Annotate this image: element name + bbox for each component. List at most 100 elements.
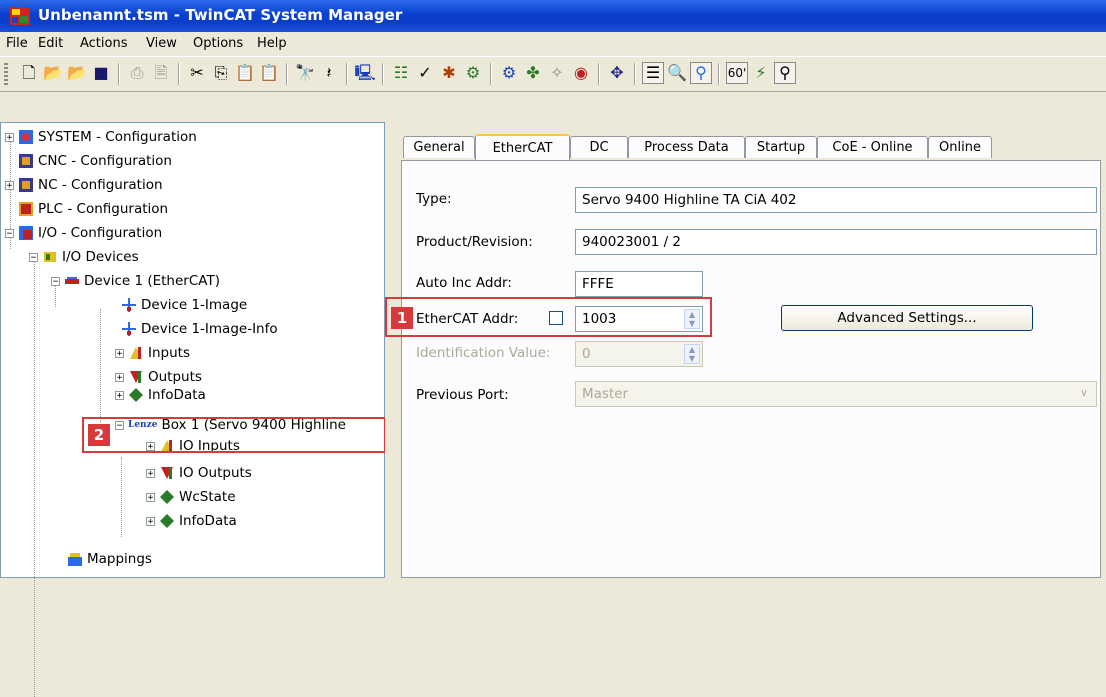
- expand-icon[interactable]: +: [115, 390, 124, 400]
- marker-1: 1: [391, 307, 413, 329]
- open-folder-alt-icon[interactable]: 📂: [66, 62, 88, 84]
- tab-process-data[interactable]: Process Data: [628, 136, 745, 158]
- outputs-icon: [130, 371, 142, 383]
- tree-guide-line: [121, 457, 122, 537]
- previous-port-select[interactable]: Master ∨: [575, 381, 1097, 407]
- expand-icon[interactable]: +: [5, 132, 14, 142]
- tab-dc[interactable]: DC: [570, 136, 628, 158]
- help-icon[interactable]: ⚲: [774, 62, 796, 84]
- tree-item-io-devices[interactable]: − I/O Devices: [29, 245, 139, 269]
- advanced-settings-button[interactable]: Advanced Settings...: [781, 305, 1033, 331]
- collapse-icon[interactable]: −: [5, 228, 14, 238]
- tree-item-system[interactable]: + SYSTEM - Configuration: [5, 125, 197, 149]
- menu-help[interactable]: Help: [257, 36, 287, 51]
- nc-icon: [19, 178, 33, 192]
- menu-edit[interactable]: Edit: [38, 36, 63, 51]
- toolbar-grip[interactable]: [4, 63, 8, 85]
- restart-icon[interactable]: ◉: [570, 62, 592, 84]
- auto-inc-addr-label: Auto Inc Addr:: [416, 275, 512, 291]
- properties-pane: General EtherCAT DC Process Data Startup…: [385, 122, 1106, 578]
- open-folder-icon[interactable]: 📂: [42, 62, 64, 84]
- tree-item-cnc[interactable]: CNC - Configuration: [18, 149, 172, 173]
- menu-options[interactable]: Options: [193, 36, 243, 51]
- tree-item-plc[interactable]: PLC - Configuration: [18, 197, 168, 221]
- paste-with-links-icon[interactable]: 📋: [258, 62, 280, 84]
- system-icon: [19, 130, 33, 144]
- tree-item-label: I/O - Configuration: [38, 225, 163, 241]
- type-field[interactable]: Servo 9400 Highline TA CiA 402: [575, 187, 1097, 213]
- collapse-icon[interactable]: −: [51, 276, 60, 286]
- find-next-icon[interactable]: 𝄽: [318, 62, 340, 84]
- zoom-icon[interactable]: 🔍: [666, 62, 688, 84]
- copy-icon[interactable]: ⎘: [210, 62, 232, 84]
- paste-icon[interactable]: 📋: [234, 62, 256, 84]
- choose-target-icon[interactable]: ⚙: [498, 62, 520, 84]
- toggle-freerun-icon[interactable]: ✥: [606, 62, 628, 84]
- tree-item-label: NC - Configuration: [38, 177, 163, 193]
- find-icon[interactable]: 🔭: [294, 62, 316, 84]
- window-title: Unbenannt.tsm - TwinCAT System Manager: [38, 6, 403, 24]
- monitor-icon[interactable]: 🖳: [354, 62, 376, 84]
- app-window: Unbenannt.tsm - TwinCAT System Manager F…: [0, 0, 1106, 697]
- print-icon[interactable]: ⎙: [126, 62, 148, 84]
- watch-icon[interactable]: 60': [726, 62, 748, 84]
- image-info-icon: [122, 322, 136, 336]
- collapse-icon[interactable]: −: [29, 252, 38, 262]
- expand-icon[interactable]: +: [146, 468, 155, 478]
- solution-tree[interactable]: + SYSTEM - Configuration CNC - Configura…: [0, 122, 386, 697]
- tree-item-box-infodata[interactable]: + InfoData: [146, 509, 237, 533]
- menu-view[interactable]: View: [146, 36, 177, 51]
- generate-mappings-icon[interactable]: ☷: [390, 62, 412, 84]
- tree-item-label: Inputs: [148, 345, 190, 361]
- tab-ethercat[interactable]: EtherCAT: [475, 134, 570, 160]
- tree-item-device1-image-info[interactable]: Device 1-Image-Info: [121, 317, 278, 341]
- activate-configuration-icon[interactable]: ✱: [438, 62, 460, 84]
- chevron-down-icon[interactable]: ∨: [1076, 385, 1092, 403]
- print-preview-icon[interactable]: 🗎: [150, 62, 172, 84]
- tree-item-device1[interactable]: − Device 1 (EtherCAT): [51, 269, 220, 293]
- product-revision-field[interactable]: 940023001 / 2: [575, 229, 1097, 255]
- tree-item-wcstate[interactable]: + WcState: [146, 485, 236, 509]
- twincat-app-icon: [10, 7, 30, 25]
- online-values-icon[interactable]: ⚲: [690, 62, 712, 84]
- tree-guide-line: [34, 261, 35, 697]
- set-run-mode-icon[interactable]: ⚙: [462, 62, 484, 84]
- expand-icon[interactable]: +: [146, 516, 155, 526]
- tree-item-outputs[interactable]: + Outputs: [115, 365, 202, 389]
- scan-devices-icon[interactable]: ✧: [546, 62, 568, 84]
- tree-item-nc[interactable]: + NC - Configuration: [5, 173, 163, 197]
- save-icon[interactable]: ■: [90, 62, 112, 84]
- expand-icon[interactable]: +: [146, 492, 155, 502]
- expand-icon[interactable]: +: [115, 372, 124, 382]
- menu-file[interactable]: File: [6, 36, 28, 51]
- force-icon[interactable]: ⚡: [750, 62, 772, 84]
- tab-general[interactable]: General: [403, 136, 475, 158]
- identification-value-spinner[interactable]: ▲ ▼: [684, 344, 700, 364]
- tree-item-io[interactable]: − I/O - Configuration: [5, 221, 162, 245]
- tree-item-device1-image[interactable]: Device 1-Image: [121, 293, 247, 317]
- check-configuration-icon[interactable]: ✓: [414, 62, 436, 84]
- tree-item-io-outputs[interactable]: + IO Outputs: [146, 461, 252, 485]
- tree-item-mappings[interactable]: Mappings: [67, 547, 152, 571]
- expand-icon[interactable]: +: [115, 348, 124, 358]
- tab-coe-online[interactable]: CoE - Online: [817, 136, 928, 158]
- tree-item-infodata[interactable]: + InfoData: [115, 387, 206, 403]
- tab-online[interactable]: Online: [928, 136, 992, 158]
- tree-item-inputs[interactable]: + Inputs: [115, 341, 190, 365]
- show-list-icon[interactable]: ☰: [642, 62, 664, 84]
- title-bar[interactable]: Unbenannt.tsm - TwinCAT System Manager: [0, 0, 1106, 32]
- pane-splitter[interactable]: [385, 122, 395, 578]
- new-file-icon[interactable]: 🗋: [18, 62, 40, 84]
- toolbar: 🗋 📂 📂 ■ ⎙ 🗎 ✂ ⎘ 📋 📋 🔭 𝄽 🖳 ☷ ✓ ✱ ⚙ ⚙ ✤ ✧ …: [0, 56, 1106, 92]
- network-icon[interactable]: ✤: [522, 62, 544, 84]
- auto-inc-addr-field[interactable]: FFFE: [575, 271, 703, 297]
- toolbar-separator: [382, 63, 384, 85]
- expand-icon[interactable]: +: [5, 180, 14, 190]
- identification-value-field[interactable]: 0 ▲ ▼: [575, 341, 703, 367]
- cut-icon[interactable]: ✂: [186, 62, 208, 84]
- menu-actions[interactable]: Actions: [80, 36, 128, 51]
- highlight-box-2: [82, 417, 386, 453]
- tab-startup[interactable]: Startup: [745, 136, 817, 158]
- highlight-box-1: [385, 297, 712, 337]
- tree-item-label: Outputs: [148, 369, 202, 385]
